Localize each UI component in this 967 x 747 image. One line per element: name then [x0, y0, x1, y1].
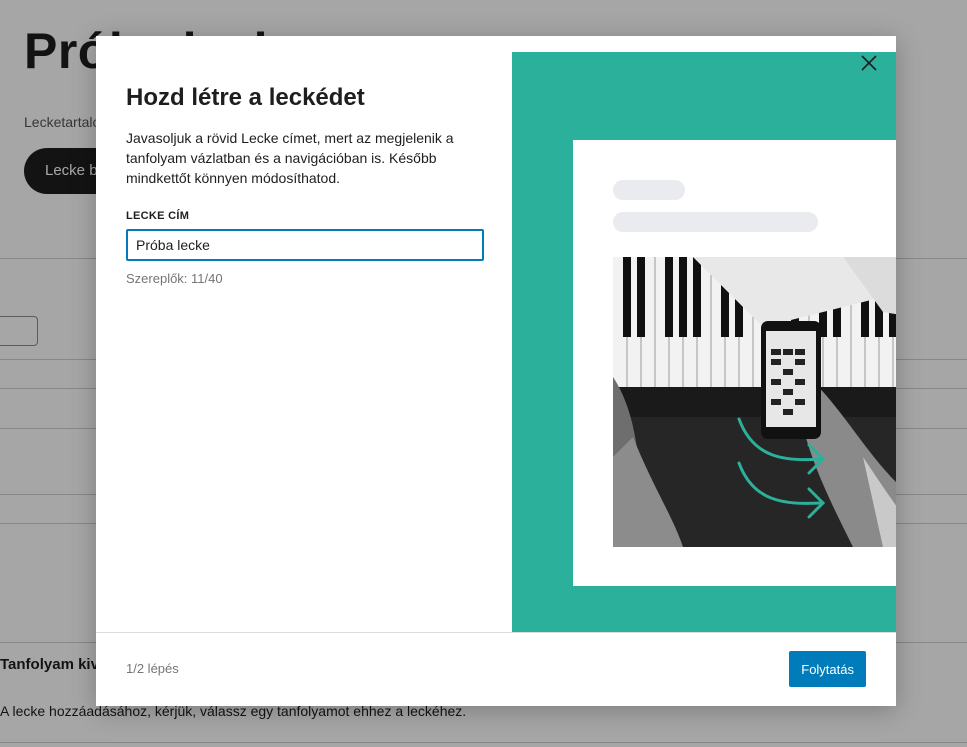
- lesson-title-input[interactable]: [126, 229, 484, 261]
- page: Próba lecke Lecketartalom Lecke be Tanfo…: [0, 0, 967, 747]
- modal-description: Javasoljuk a rövid Lecke címet, mert az …: [126, 130, 454, 186]
- lesson-title-label: LECKE CÍM: [126, 210, 190, 222]
- continue-button[interactable]: Folytatás: [789, 651, 866, 687]
- lesson-preview-card: [573, 140, 896, 586]
- piano-phone-illustration: [613, 257, 896, 547]
- create-lesson-modal: Hozd létre a leckédet Javasoljuk a rövid…: [96, 36, 896, 706]
- modal-title: Hozd létre a leckédet: [126, 84, 365, 111]
- preview-panel: [512, 52, 896, 633]
- step-indicator: 1/2 lépés: [126, 661, 179, 676]
- close-button[interactable]: [858, 52, 880, 74]
- modal-footer: 1/2 lépés Folytatás: [96, 632, 896, 706]
- preview-title-placeholder: [613, 180, 685, 200]
- modal-content: Hozd létre a leckédet Javasoljuk a rövid…: [126, 82, 484, 286]
- close-icon: [861, 55, 877, 71]
- preview-text-placeholder: [613, 212, 818, 232]
- character-count: Szereplők: 11/40: [126, 271, 223, 286]
